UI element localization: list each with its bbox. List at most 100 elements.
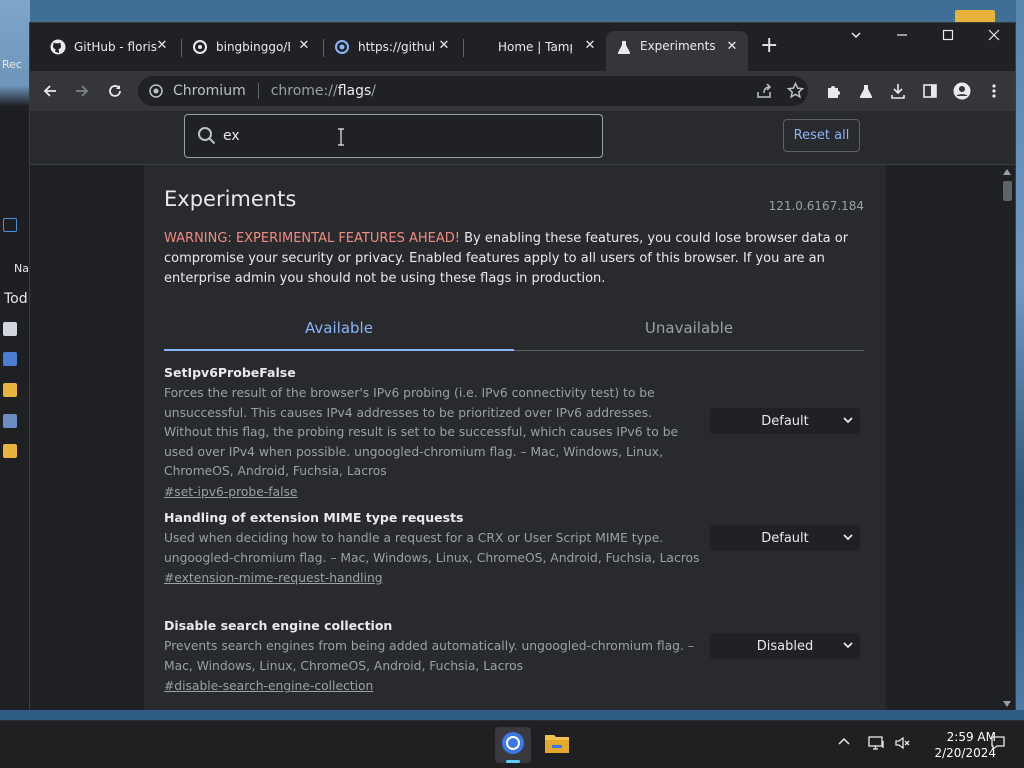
url-scheme: chrome:// xyxy=(270,83,338,99)
tampermonkey-icon xyxy=(192,39,208,55)
flag-select[interactable]: Disabled xyxy=(710,633,860,659)
page-title: Experiments xyxy=(164,187,297,211)
reset-all-button[interactable]: Reset all xyxy=(783,119,860,152)
chevron-down-icon xyxy=(842,414,854,426)
experiments-card: Experiments 121.0.6167.184 WARNING: EXPE… xyxy=(144,165,886,711)
profile-avatar-icon[interactable] xyxy=(950,79,974,103)
taskbar-clock[interactable]: 2:59 AM 2/20/2024 xyxy=(916,729,996,761)
close-icon[interactable]: ✕ xyxy=(582,38,598,53)
tab-unavailable[interactable]: Unavailable xyxy=(514,319,864,337)
maximize-icon[interactable] xyxy=(938,29,958,45)
search-input-value: ex xyxy=(223,128,240,144)
active-tab-indicator xyxy=(164,349,514,351)
download-icon[interactable] xyxy=(886,79,910,103)
loading-icon xyxy=(334,39,350,55)
address-bar[interactable]: Chromium chrome:// flags / xyxy=(138,76,808,106)
close-icon[interactable]: ✕ xyxy=(296,38,312,53)
flag-select-value: Default xyxy=(761,530,809,546)
side-panel-icon[interactable] xyxy=(918,79,942,103)
flags-header: ex Reset all xyxy=(30,111,1015,165)
tab-available[interactable]: Available xyxy=(164,319,514,337)
warning-text: WARNING: EXPERIMENTAL FEATURES AHEAD! By… xyxy=(164,229,864,289)
desktop-label-recycle: Rec xyxy=(2,58,22,71)
notifications-icon[interactable] xyxy=(990,735,1006,755)
more-menu-icon[interactable] xyxy=(982,79,1006,103)
chevron-down-icon xyxy=(842,639,854,651)
back-arrow-icon[interactable] xyxy=(38,79,62,103)
tab-github[interactable]: GitHub - floris ✕ xyxy=(40,31,178,63)
bookmark-star-icon[interactable] xyxy=(786,81,805,103)
close-icon[interactable]: ✕ xyxy=(154,38,170,53)
flag-select-value: Disabled xyxy=(756,638,814,654)
flag-description: Forces the result of the browser's IPv6 … xyxy=(164,386,679,478)
tab-title: https://github xyxy=(358,40,434,54)
text-cursor-icon xyxy=(337,128,344,146)
minimize-icon[interactable] xyxy=(892,29,912,45)
tab-github-url[interactable]: https://github ✕ xyxy=(324,31,460,63)
flag-name: Handling of extension MIME type requests xyxy=(164,510,464,525)
desktop-label-today: Tod xyxy=(4,291,28,307)
flag-link[interactable]: #set-ipv6-probe-false xyxy=(164,482,864,502)
omnibox-divider xyxy=(257,83,259,99)
taskbar: 2:59 AM 2/20/2024 xyxy=(0,720,1024,768)
forward-arrow-icon[interactable] xyxy=(70,79,94,103)
tab-strip: GitHub - floris ✕ bingbinggo/B ✕ https:/… xyxy=(30,23,1015,71)
scroll-up-arrow-icon[interactable] xyxy=(1003,169,1011,175)
desktop-background-right xyxy=(1016,0,1024,710)
clock-time: 2:59 AM xyxy=(946,730,996,744)
url-host: flags xyxy=(337,83,372,99)
file-icon xyxy=(3,322,17,336)
flask-icon[interactable] xyxy=(854,79,878,103)
folder-icon xyxy=(3,444,17,458)
window-close-icon[interactable] xyxy=(984,29,1004,45)
flag-entry: Handling of extension MIME type requests… xyxy=(164,510,864,588)
show-hidden-icons-chevron-icon[interactable] xyxy=(837,735,851,753)
folder-icon xyxy=(544,732,570,758)
flag-description: Prevents search engines from being added… xyxy=(164,639,694,673)
flask-icon xyxy=(616,39,632,55)
volume-muted-icon[interactable] xyxy=(894,735,910,755)
tab-tampermonkey-home[interactable]: Home | Tampe ✕ xyxy=(488,31,606,63)
warning-heading: WARNING: EXPERIMENTAL FEATURES AHEAD! xyxy=(164,231,460,246)
chevron-down-icon xyxy=(842,531,854,543)
desktop-background-strip xyxy=(0,710,1024,720)
network-icon[interactable] xyxy=(868,735,886,755)
active-app-indicator xyxy=(506,760,520,763)
document-icon xyxy=(3,414,17,428)
flag-select[interactable]: Default xyxy=(710,525,860,551)
folder-icon xyxy=(3,383,17,397)
taskbar-app-chromium[interactable] xyxy=(495,727,531,763)
flag-entry: Disable search engine collection Prevent… xyxy=(164,618,864,696)
scroll-down-arrow-icon[interactable] xyxy=(1003,701,1011,707)
tab-title: Home | Tampe xyxy=(498,40,572,54)
tab-search-chevron-icon[interactable] xyxy=(846,29,866,45)
taskbar-app-file-explorer[interactable] xyxy=(539,727,575,763)
flags-search-input[interactable]: ex xyxy=(184,114,603,158)
flags-content: Experiments 121.0.6167.184 WARNING: EXPE… xyxy=(30,165,1000,711)
share-icon[interactable] xyxy=(756,83,772,103)
clock-date: 2/20/2024 xyxy=(934,746,996,760)
reload-icon[interactable] xyxy=(103,79,127,103)
flag-select[interactable]: Default xyxy=(710,408,860,434)
page-scrollbar[interactable] xyxy=(1000,165,1015,711)
desktop-background-left: Rec Na Tod xyxy=(0,0,30,710)
github-icon xyxy=(50,39,66,55)
tab-bingbinggo[interactable]: bingbinggo/B ✕ xyxy=(182,31,320,63)
flag-link[interactable]: #extension-mime-request-handling xyxy=(164,568,864,588)
close-icon[interactable]: ✕ xyxy=(436,38,452,53)
close-icon[interactable]: ✕ xyxy=(724,39,740,54)
document-icon xyxy=(3,352,17,366)
flag-name: SetIpv6ProbeFalse xyxy=(164,365,296,380)
scrollbar-thumb[interactable] xyxy=(1003,181,1012,201)
browser-toolbar: Chromium chrome:// flags / xyxy=(30,71,1015,111)
version-label: 121.0.6167.184 xyxy=(768,199,864,213)
chromium-site-icon xyxy=(149,84,163,98)
new-tab-button[interactable]: + xyxy=(760,35,778,57)
extensions-puzzle-icon[interactable] xyxy=(822,79,846,103)
flags-tabs: Available Unavailable xyxy=(164,307,864,351)
flag-link[interactable]: #disable-search-engine-collection xyxy=(164,676,864,696)
flag-select-value: Default xyxy=(761,413,809,429)
browser-window: GitHub - floris ✕ bingbinggo/B ✕ https:/… xyxy=(29,22,1016,711)
tab-experiments[interactable]: Experiments ✕ xyxy=(606,31,748,71)
desktop-icon xyxy=(3,218,17,232)
